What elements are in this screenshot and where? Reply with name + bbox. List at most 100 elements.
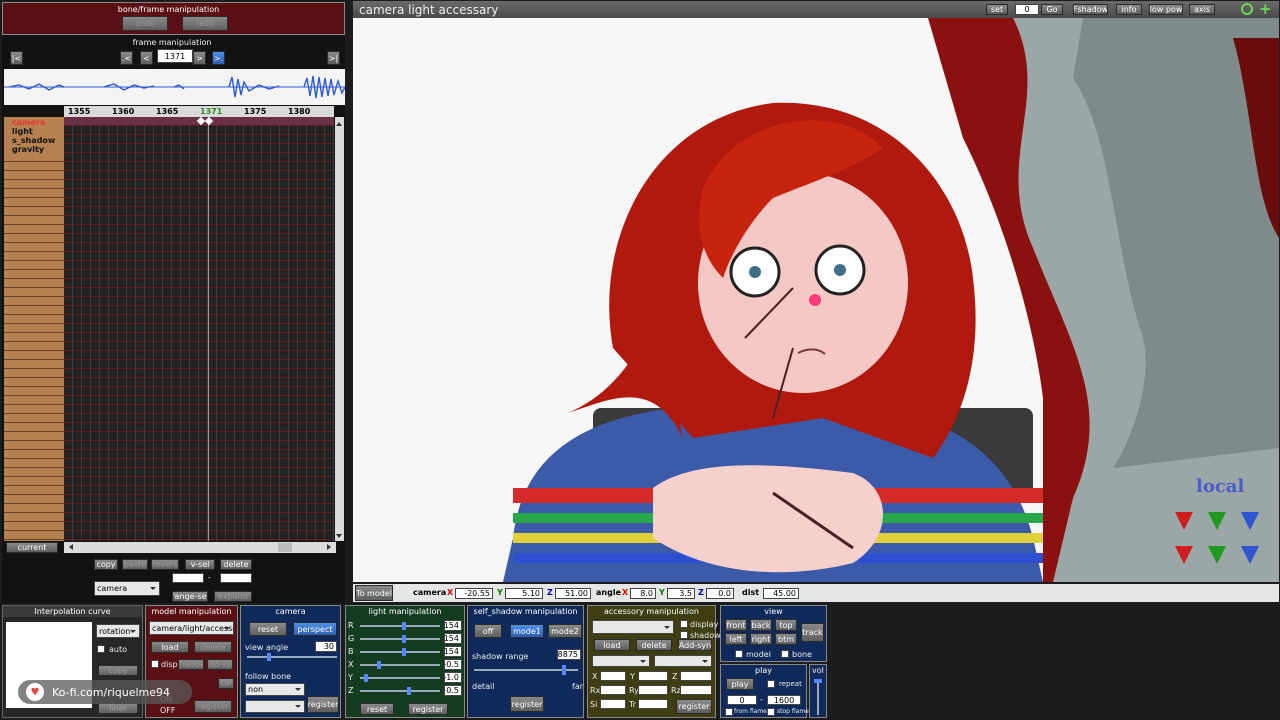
view-angle-slider-thumb[interactable] [267, 653, 271, 661]
stop-flame-checkbox[interactable] [767, 708, 775, 716]
play-to-input[interactable]: 1600 [767, 695, 801, 705]
range-sel-button[interactable]: range-sel [172, 591, 208, 602]
shadow-register-button[interactable]: register [510, 696, 544, 712]
follow-bone-select[interactable]: non [245, 683, 305, 696]
revers-button[interactable]: revers [151, 559, 179, 570]
auto-checkbox[interactable] [97, 645, 105, 653]
model-delete-button[interactable]: delete [194, 641, 232, 653]
follow-bone-sub-select[interactable] [245, 700, 305, 713]
delete-button[interactable]: delete [220, 559, 252, 570]
set-frame-input[interactable]: 0 [1015, 4, 1039, 15]
v-sel-button[interactable]: v-sel [185, 559, 215, 570]
info-button[interactable]: info [1116, 4, 1142, 15]
last-frame-button[interactable]: >| [327, 51, 340, 65]
light-slider-thumb[interactable] [376, 661, 381, 669]
light-g-slider[interactable] [360, 635, 440, 643]
acc-rx-input[interactable] [600, 685, 626, 695]
camera-register-button[interactable]: register [307, 696, 339, 713]
view-model-checkbox[interactable] [735, 650, 743, 658]
fshadow-button[interactable]: Fshadow [1073, 4, 1108, 15]
light-z-slider[interactable] [360, 687, 440, 695]
from-flame-checkbox[interactable] [725, 708, 733, 716]
plus-icon[interactable]: + [1259, 2, 1272, 17]
light-y-input[interactable]: -1.0 [444, 672, 462, 683]
track-s-shadow[interactable]: s_shadow [12, 136, 55, 145]
copy-button[interactable]: copy [94, 559, 118, 570]
acc-delete-button[interactable]: delete [636, 639, 672, 651]
camera-y-input[interactable]: 5.10 [505, 588, 543, 599]
view-back-button[interactable]: back [750, 619, 772, 631]
model-select[interactable]: camera/light/accesso [149, 621, 234, 635]
angle-x-input[interactable]: 8.0 [630, 588, 656, 599]
view-bone-checkbox[interactable] [781, 650, 789, 658]
current-button[interactable]: current [6, 542, 58, 553]
view-right-button[interactable]: right [750, 633, 772, 645]
shadow-range-slider[interactable] [474, 665, 578, 675]
acc-rz-input[interactable] [680, 685, 712, 695]
light-y-slider[interactable] [360, 674, 440, 682]
keyframe-grid[interactable] [64, 116, 334, 541]
acc-tr-input[interactable] [638, 699, 668, 709]
shadow-range-input[interactable]: 8875 [557, 649, 581, 660]
to-model-button[interactable]: To model [355, 585, 393, 601]
shadow-mode2-button[interactable]: mode2 [548, 624, 582, 638]
set-button[interactable]: set [986, 4, 1008, 15]
track-camera[interactable]: camera [12, 118, 45, 127]
perspect-button[interactable]: perspect [293, 622, 337, 636]
model-register-button[interactable]: register [194, 700, 232, 713]
redo-button[interactable]: redo [182, 16, 228, 31]
acc-register-button[interactable]: register [676, 699, 712, 714]
light-register-button[interactable]: register [408, 703, 448, 715]
accessory-select[interactable] [592, 620, 674, 634]
scroll-up-arrow[interactable] [336, 119, 342, 126]
light-x-slider[interactable] [360, 661, 440, 669]
dist-input[interactable]: 45.00 [763, 588, 799, 599]
light-r-input[interactable]: 154 [444, 620, 462, 631]
view-track-button[interactable]: track [801, 623, 824, 642]
light-slider-thumb[interactable] [401, 622, 406, 630]
acc-si-input[interactable] [600, 699, 626, 709]
light-slider-thumb[interactable] [407, 687, 412, 695]
audio-waveform[interactable] [4, 69, 345, 105]
acc-parent-select[interactable] [592, 655, 650, 667]
vol-slider-thumb[interactable] [814, 679, 822, 683]
interpolation-select[interactable]: rotation [96, 624, 140, 638]
light-x-input[interactable]: -0.5 [444, 659, 462, 670]
light-g-input[interactable]: 154 [444, 633, 462, 644]
acc-x-input[interactable] [600, 671, 626, 681]
view-top-button[interactable]: top [775, 619, 797, 631]
zoom-icon[interactable] [1241, 3, 1253, 15]
range-end-input[interactable] [220, 573, 252, 583]
go-button[interactable]: Go [1041, 4, 1063, 15]
light-b-slider[interactable] [360, 648, 440, 656]
acc-ry-input[interactable] [638, 685, 668, 695]
light-z-input[interactable]: +0.5 [444, 685, 462, 696]
camera-x-input[interactable]: -20.55 [455, 588, 493, 599]
acc-load-button[interactable]: load [594, 639, 630, 651]
undo-button[interactable]: undo [122, 16, 168, 31]
view-left-button[interactable]: left [725, 633, 747, 645]
frame-number-input[interactable]: 1371 [157, 49, 193, 63]
timeline-vscroll[interactable] [335, 117, 344, 541]
light-b-input[interactable]: 154 [444, 646, 462, 657]
view-angle-input[interactable]: 30 [315, 641, 337, 652]
view-btm-button[interactable]: btm [775, 633, 797, 645]
camera-z-input[interactable]: 51.00 [555, 588, 591, 599]
angle-y-input[interactable]: 3.5 [667, 588, 695, 599]
axis-button[interactable]: axis [1189, 4, 1215, 15]
expand-button[interactable]: expand [214, 591, 252, 602]
paste-button[interactable]: paste [122, 559, 148, 570]
local-label[interactable]: local [1196, 476, 1244, 497]
interp-liner-button[interactable]: liner [98, 703, 138, 714]
next-frame-button[interactable]: > [193, 51, 206, 65]
acc-z-input[interactable] [680, 671, 712, 681]
low-pow-button[interactable]: low pow [1149, 4, 1183, 15]
view-front-button[interactable]: front [725, 619, 747, 631]
model-shadow-button[interactable]: shadow [178, 659, 204, 670]
interp-copy-button[interactable]: copy [98, 665, 138, 676]
acc-shadow-checkbox[interactable] [680, 631, 688, 639]
model-addsyn-button[interactable]: add-syn [207, 659, 233, 670]
view-angle-slider[interactable] [247, 653, 337, 661]
3d-viewport[interactable]: local [353, 18, 1279, 582]
light-r-slider[interactable] [360, 622, 440, 630]
